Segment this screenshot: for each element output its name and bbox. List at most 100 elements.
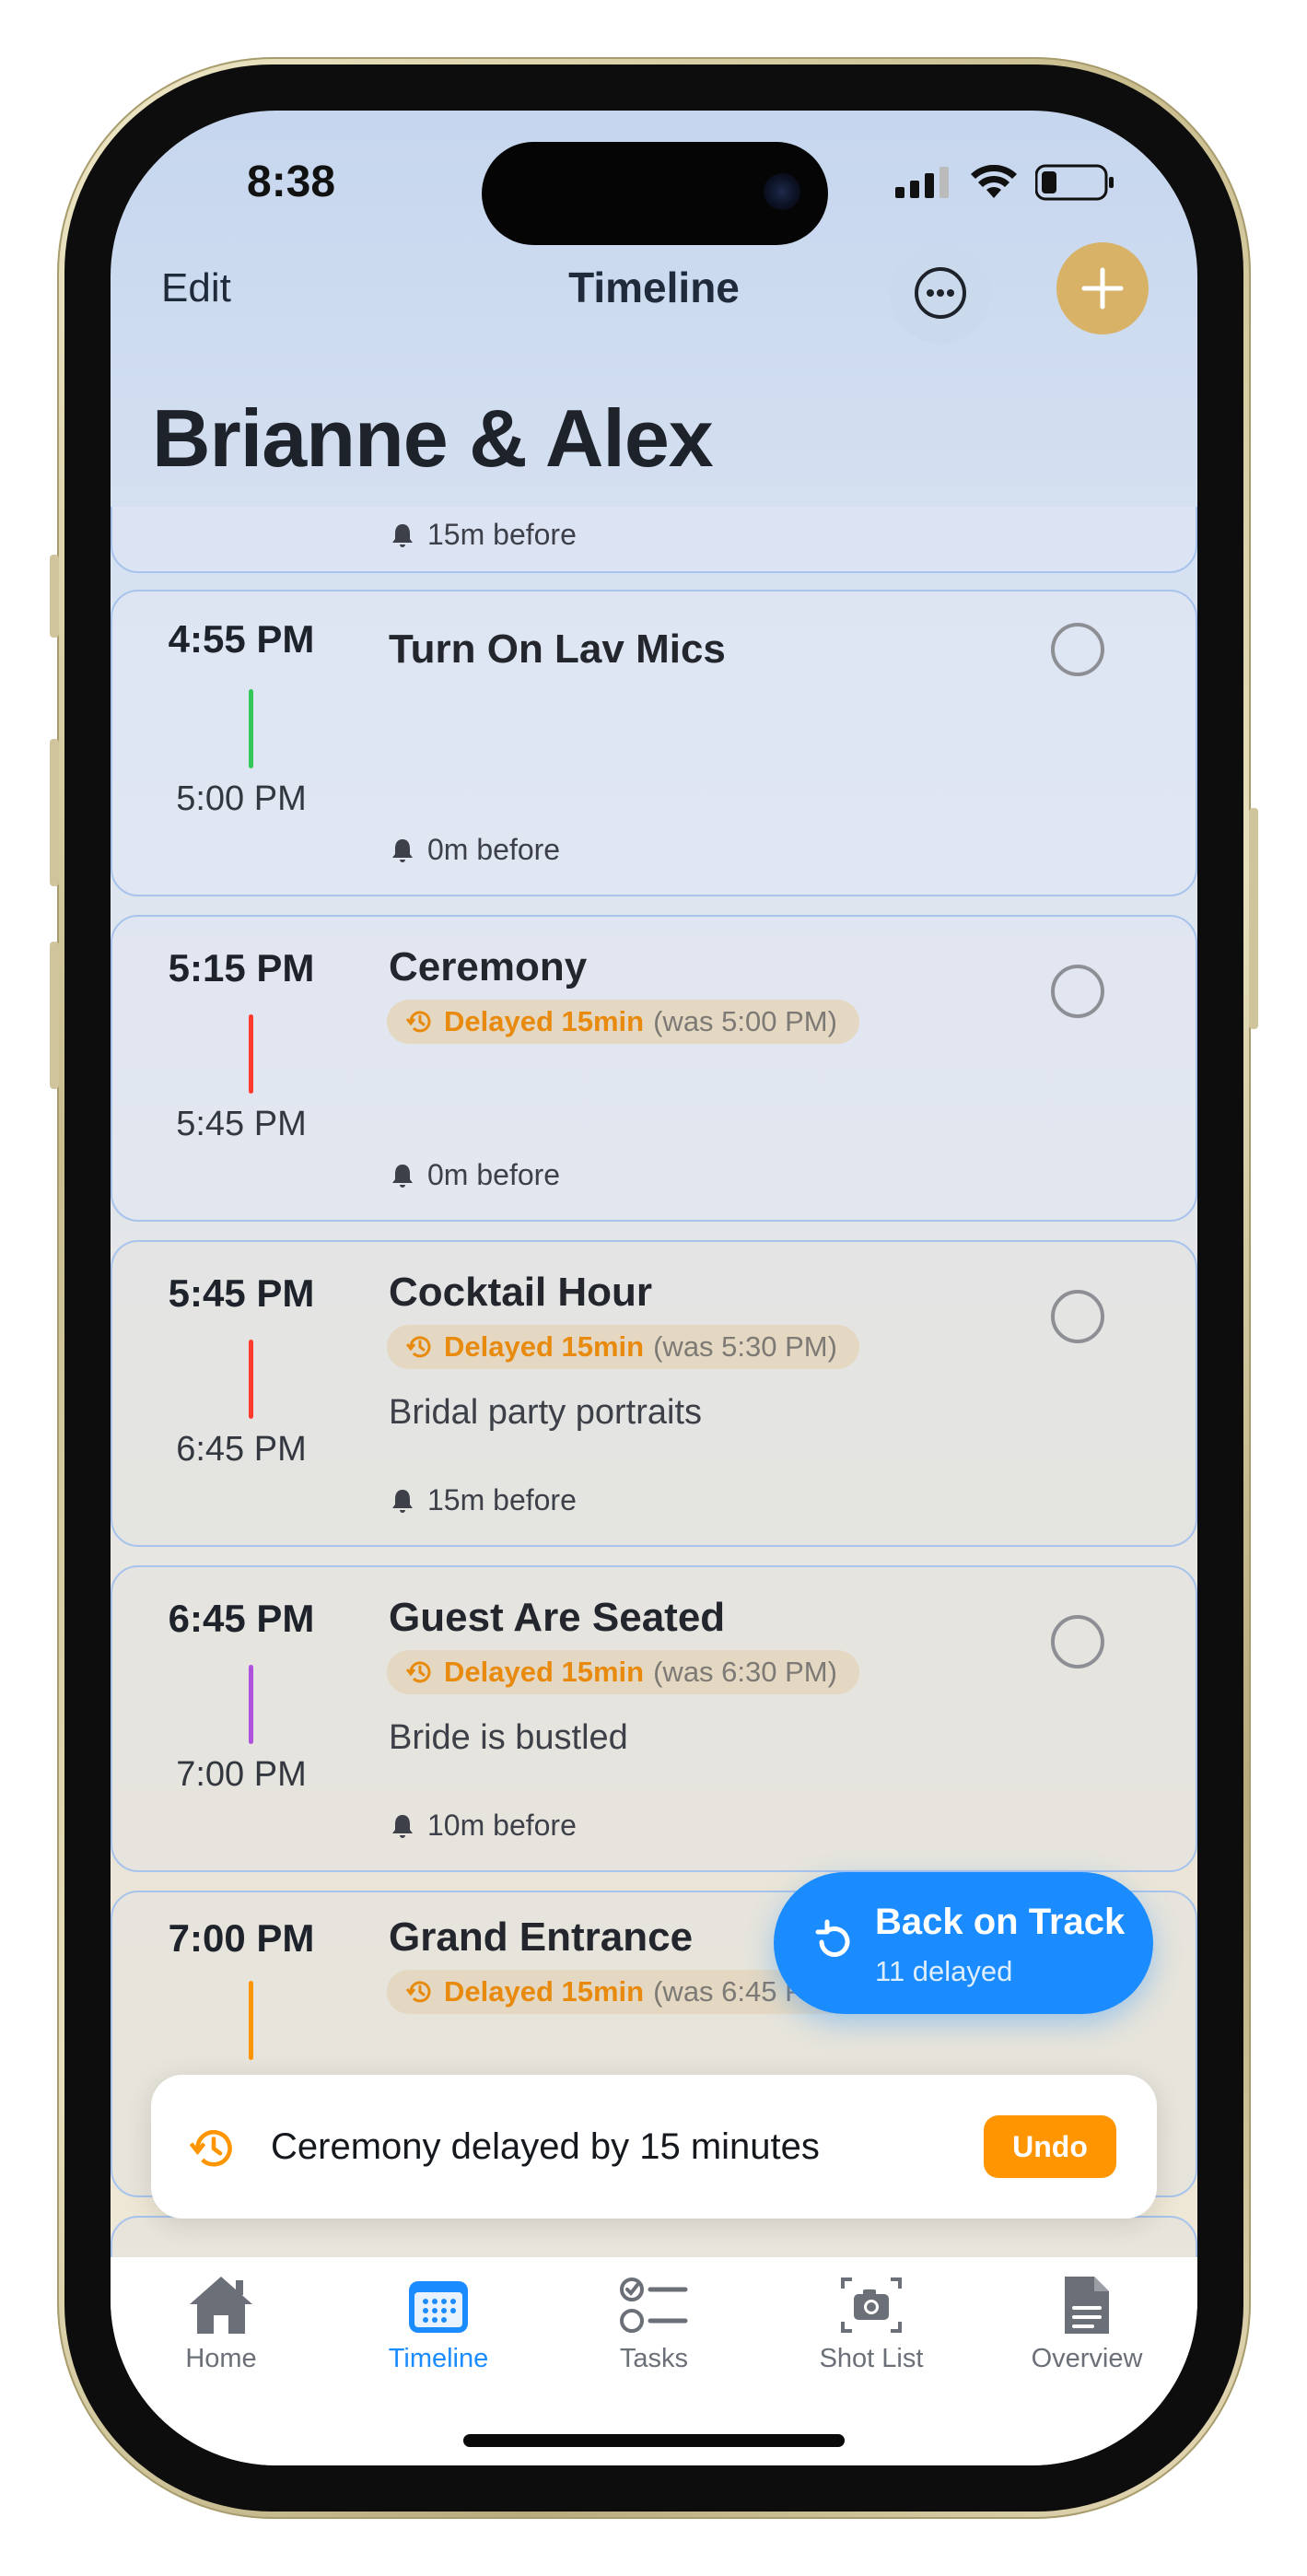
end-time: 6:45 PM [176,1430,307,1469]
reminder-text: 10m before [427,1809,577,1842]
tab-label: Shot List [819,2344,924,2373]
action-button [50,555,59,638]
volume-down-button [50,942,59,1089]
toast-message: Ceremony delayed by 15 minutes [271,2126,820,2167]
duration-bar [249,1340,253,1419]
timeline-event[interactable]: 6:45 PM 7:00 PM Guest Are Seated Delayed… [111,1565,1197,1872]
clock-rewind-icon [189,2129,232,2167]
delay-label: Delayed 15min [444,1975,645,2008]
calendar-icon [409,2281,468,2333]
undo-button[interactable]: Undo [984,2115,1116,2178]
home-indicator[interactable] [463,2434,845,2447]
back-on-track-button[interactable]: Back on Track 11 delayed [774,1872,1153,2014]
clock-rewind-icon [405,1661,431,1683]
reminder: 15m before [389,1483,577,1517]
tab-shot-list[interactable]: Shot List [788,2270,954,2374]
delay-toast: Ceremony delayed by 15 minutes Undo [151,2075,1157,2219]
more-button[interactable] [890,242,991,344]
checklist-icon [620,2277,688,2333]
event-note: Bride is bustled [389,1718,628,1757]
start-time: 7:00 PM [168,1916,315,1960]
end-time: 5:45 PM [176,1105,307,1143]
end-time: 5:00 PM [176,779,307,818]
start-time: 6:45 PM [168,1597,315,1640]
rewind-arrow-icon [815,1919,850,1957]
wifi-icon [971,165,1017,198]
volume-up-button [50,739,59,886]
reminder: 0m before [389,833,560,867]
nav-title: Timeline [568,263,740,311]
reminder-text: 15m before [427,1483,577,1516]
front-camera [764,173,800,210]
clock-rewind-icon [405,1336,431,1358]
plus-icon [1081,267,1124,310]
start-time: 5:45 PM [168,1271,315,1315]
reminder: 0m before [389,1158,560,1192]
complete-checkbox[interactable] [1051,1615,1104,1669]
timeline-event[interactable]: 5:15 PM 5:45 PM Ceremony Delayed 15min (… [111,915,1197,1222]
document-icon [1065,2277,1109,2334]
original-time: (was 5:30 PM) [653,1330,837,1363]
complete-checkbox[interactable] [1051,1290,1104,1343]
original-time: (was 5:00 PM) [653,1005,837,1037]
timeline-event[interactable]: 5:45 PM 6:45 PM Cocktail Hour Delayed 15… [111,1240,1197,1547]
original-time: (was 6:30 PM) [653,1656,837,1688]
reminder-text: 0m before [427,1158,561,1191]
delay-label: Delayed 15min [444,1330,645,1363]
status-time: 8:38 [247,158,336,206]
tab-overview[interactable]: Overview [1004,2270,1170,2374]
dynamic-island [482,142,828,245]
camera-icon [841,2277,902,2333]
complete-checkbox[interactable] [1051,623,1104,676]
reminder: 15m before [389,518,577,552]
event-title: Turn On Lav Mics [389,626,726,672]
reminder: 10m before [389,1809,577,1843]
fab-title: Back on Track [875,1902,1126,1942]
event-title: Grand Entrance [389,1914,694,1960]
tab-label: Tasks [619,2344,689,2373]
delay-label: Delayed 15min [444,1656,645,1688]
status-icons [895,164,1114,201]
battery-icon [1035,164,1114,201]
start-time: 5:15 PM [168,946,315,989]
signal-icon [895,167,949,198]
bell-icon [392,838,413,862]
timeline-event[interactable]: 4:55 PM 5:00 PM Turn On Lav Mics 0m befo… [111,590,1197,896]
event-title: Guest Are Seated [389,1595,726,1640]
reminder-text: 15m before [427,518,577,551]
bell-icon [392,523,413,547]
couple-title: Brianne & Alex [152,392,714,484]
clock-rewind-icon [405,1981,431,2003]
delay-badge: Delayed 15min (was 5:30 PM) [387,1325,859,1369]
fab-subtitle: 11 delayed [875,1955,1013,1987]
tab-label: Home [185,2344,257,2373]
duration-bar [249,1665,253,1744]
tab-timeline[interactable]: Timeline [356,2270,521,2374]
end-time: 7:00 PM [176,1755,307,1794]
delay-badge: Delayed 15min (was 6:30 PM) [387,1650,859,1694]
tab-label: Timeline [388,2344,489,2373]
clock-rewind-icon [405,1011,431,1033]
tab-label: Overview [1031,2344,1143,2373]
duration-bar [249,1981,253,2060]
delay-label: Delayed 15min [444,1005,645,1037]
start-time: 4:55 PM [168,617,315,661]
side-button [1249,808,1258,1029]
delay-badge: Delayed 15min (was 5:00 PM) [387,1000,859,1044]
tab-home[interactable]: Home [138,2270,304,2374]
reminder-text: 0m before [427,833,561,866]
duration-bar [249,689,253,768]
bell-icon [392,1489,413,1513]
event-note: Bridal party portraits [389,1393,703,1432]
timeline-list[interactable]: 15m before 4:55 PM 5:00 PM Turn On Lav M… [111,507,1197,2285]
timeline-event[interactable]: 15m before [111,507,1197,573]
event-title: Cocktail Hour [389,1270,653,1315]
duration-bar [249,1014,253,1094]
tab-tasks[interactable]: Tasks [571,2270,737,2374]
complete-checkbox[interactable] [1051,965,1104,1018]
add-event-button[interactable] [1056,242,1149,334]
ellipsis-circle-icon [915,267,966,319]
house-icon [190,2277,252,2334]
bell-icon [392,1814,413,1838]
bell-icon [392,1164,413,1188]
